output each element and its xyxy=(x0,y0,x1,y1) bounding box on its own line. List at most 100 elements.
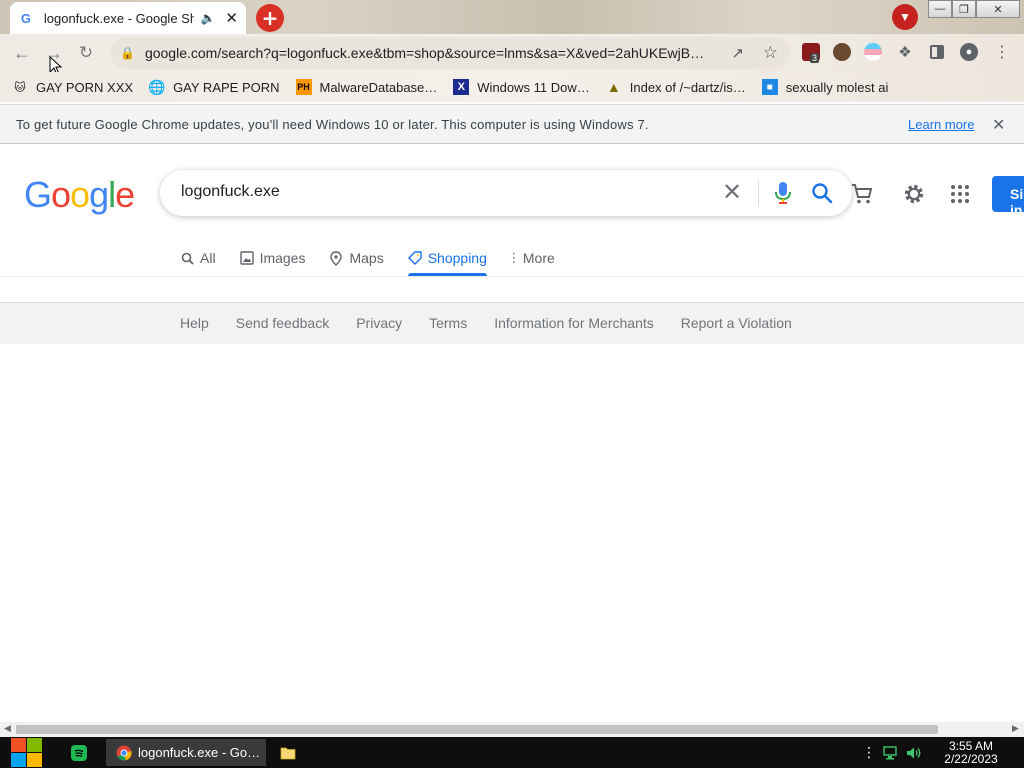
profile-icon[interactable]: ● xyxy=(960,43,978,61)
footer-link-report-violation[interactable]: Report a Violation xyxy=(681,315,792,331)
construction-icon: ▲ xyxy=(606,79,621,95)
tab-search-button[interactable]: ▼ xyxy=(892,4,918,30)
back-button[interactable]: ← xyxy=(10,42,34,64)
browser-toolbar: ← → ↻ 🔒 google.com/search?q=logonfuck.ex… xyxy=(0,34,1024,76)
more-vertical-icon: ⋮ xyxy=(507,250,521,265)
file-explorer-taskbar-icon[interactable] xyxy=(280,739,300,766)
chrome-taskbar-button[interactable]: logonfuck.exe - Go… xyxy=(106,739,266,766)
browser-tab-active[interactable]: G logonfuck.exe - Google Shopping 🔈 ✕ xyxy=(10,2,246,34)
infobar-close-icon[interactable]: ✕ xyxy=(992,115,1005,135)
puzzle-extensions-icon[interactable]: ❖ xyxy=(896,43,914,61)
reload-button[interactable]: ↻ xyxy=(74,42,98,64)
bookmarks-bar: 🐱 GAY PORN XXX 🌐 GAY RAPE PORN PH Malwar… xyxy=(0,72,1024,102)
spotify-taskbar-icon[interactable] xyxy=(70,739,94,766)
restore-button[interactable]: ❐ xyxy=(952,0,976,18)
avatar-extension-icon[interactable] xyxy=(833,43,851,61)
bookmark-label: GAY RAPE PORN xyxy=(173,79,280,95)
logo-letter: e xyxy=(115,174,135,215)
side-panel-icon[interactable] xyxy=(928,43,946,61)
clear-search-icon[interactable]: ✕ xyxy=(722,178,742,207)
tab-label: More xyxy=(522,250,555,266)
chrome-icon xyxy=(116,745,132,761)
tag-icon xyxy=(407,251,422,265)
footer-link-send-feedback[interactable]: Send feedback xyxy=(236,315,329,331)
tab-close-icon[interactable]: ✕ xyxy=(225,9,238,27)
search-box[interactable]: logonfuck.exe ✕ xyxy=(160,170,852,216)
tab-maps[interactable]: Maps xyxy=(329,240,384,276)
bookmark-label: Index of /~dartz/is… xyxy=(629,79,746,95)
x-logo-icon: X xyxy=(453,79,470,95)
new-tab-button[interactable]: + xyxy=(256,4,284,32)
scroll-right-icon[interactable]: ▶ xyxy=(1012,723,1019,734)
map-pin-icon xyxy=(329,250,343,266)
footer-link-privacy[interactable]: Privacy xyxy=(356,315,402,331)
document-icon: ■ xyxy=(761,79,778,95)
logo-letter: o xyxy=(51,174,71,215)
footer-link-terms[interactable]: Terms xyxy=(429,315,467,331)
tab-label: Shopping xyxy=(427,250,487,266)
windows-taskbar: logonfuck.exe - Go… ⋮ 3:55 AM 2/22/2023 xyxy=(0,737,1024,768)
page-footer: Help Send feedback Privacy Terms Informa… xyxy=(0,302,1024,344)
image-icon xyxy=(239,251,254,265)
bookmark-item[interactable]: 🐱 GAY PORN XXX xyxy=(12,79,133,95)
share-icon[interactable]: ↗ xyxy=(731,44,744,62)
google-logo[interactable]: Google xyxy=(24,174,135,216)
clock-date: 2/22/2023 xyxy=(944,752,998,766)
bookmark-label: sexually molest ai xyxy=(785,79,889,95)
extension-badge: 3 xyxy=(810,53,820,63)
bookmark-item[interactable]: PH MalwareDatabase… xyxy=(295,79,438,95)
shopping-cart-icon[interactable] xyxy=(848,180,876,208)
window-close-button[interactable]: ✕ xyxy=(976,0,1020,18)
browser-title-bar: G logonfuck.exe - Google Shopping 🔈 ✕ + … xyxy=(0,0,1024,34)
bookmark-item[interactable]: ▲ Index of /~dartz/is… xyxy=(606,79,746,95)
horizontal-scrollbar[interactable]: ◀ ▶ xyxy=(0,722,1024,737)
scroll-left-icon[interactable]: ◀ xyxy=(4,723,11,734)
tab-title: logonfuck.exe - Google Shopping xyxy=(43,10,195,26)
bookmark-label: Windows 11 Dow… xyxy=(477,79,590,95)
logo-letter: o xyxy=(70,174,90,215)
tab-shopping[interactable]: Shopping xyxy=(407,240,488,276)
tab-label: Maps xyxy=(349,250,384,266)
tabs-divider xyxy=(0,276,1024,277)
system-clock[interactable]: 3:55 AM 2/22/2023 xyxy=(936,740,1006,766)
learn-more-link[interactable]: Learn more xyxy=(908,117,974,132)
tab-label: Images xyxy=(259,250,306,266)
ublock-extension-icon[interactable]: 3 xyxy=(802,43,820,63)
tab-images[interactable]: Images xyxy=(239,240,306,276)
minimize-button[interactable]: — xyxy=(928,0,952,18)
volume-icon[interactable] xyxy=(906,739,926,766)
google-favicon-icon: G xyxy=(20,10,31,26)
bookmark-item[interactable]: X Windows 11 Dow… xyxy=(453,79,590,95)
settings-gear-icon[interactable] xyxy=(900,180,928,208)
start-button[interactable] xyxy=(8,737,46,768)
windows-logo-icon xyxy=(11,738,42,767)
bookmark-label: GAY PORN XXX xyxy=(36,79,134,95)
search-divider xyxy=(758,180,759,206)
search-icon xyxy=(180,252,194,265)
bookmark-star-icon[interactable]: ☆ xyxy=(763,43,778,63)
sign-in-button[interactable]: Sign in xyxy=(992,176,1024,218)
bookmark-label: MalwareDatabase… xyxy=(319,79,438,95)
scrollbar-thumb[interactable] xyxy=(16,725,938,734)
network-icon[interactable] xyxy=(882,739,902,766)
search-input[interactable]: logonfuck.exe xyxy=(181,183,280,201)
search-icon[interactable] xyxy=(810,181,834,205)
chrome-menu-icon[interactable]: ⋮ xyxy=(993,43,1011,61)
chrome-taskbar-label: logonfuck.exe - Go… xyxy=(138,745,261,760)
ph-logo-icon: PH xyxy=(295,79,312,95)
apps-grid-icon[interactable] xyxy=(946,180,974,208)
tab-all[interactable]: All xyxy=(180,240,216,276)
infobar-message: To get future Google Chrome updates, you… xyxy=(16,116,649,132)
speaker-icon[interactable]: 🔈 xyxy=(200,11,215,25)
address-bar[interactable]: 🔒 google.com/search?q=logonfuck.exe&tbm=… xyxy=(110,37,790,69)
lock-icon[interactable]: 🔒 xyxy=(120,46,135,60)
bookmark-item[interactable]: 🌐 GAY RAPE PORN xyxy=(148,79,280,95)
microphone-icon[interactable] xyxy=(774,181,792,205)
address-url: google.com/search?q=logonfuck.exe&tbm=sh… xyxy=(144,45,705,61)
tab-more[interactable]: ⋮ More xyxy=(507,240,555,276)
footer-link-help[interactable]: Help xyxy=(180,315,209,331)
footer-link-merchants[interactable]: Information for Merchants xyxy=(494,315,654,331)
tray-overflow-icon[interactable]: ⋮ xyxy=(862,739,876,766)
flag-extension-icon[interactable] xyxy=(864,43,882,61)
bookmark-item[interactable]: ■ sexually molest ai xyxy=(761,79,889,95)
